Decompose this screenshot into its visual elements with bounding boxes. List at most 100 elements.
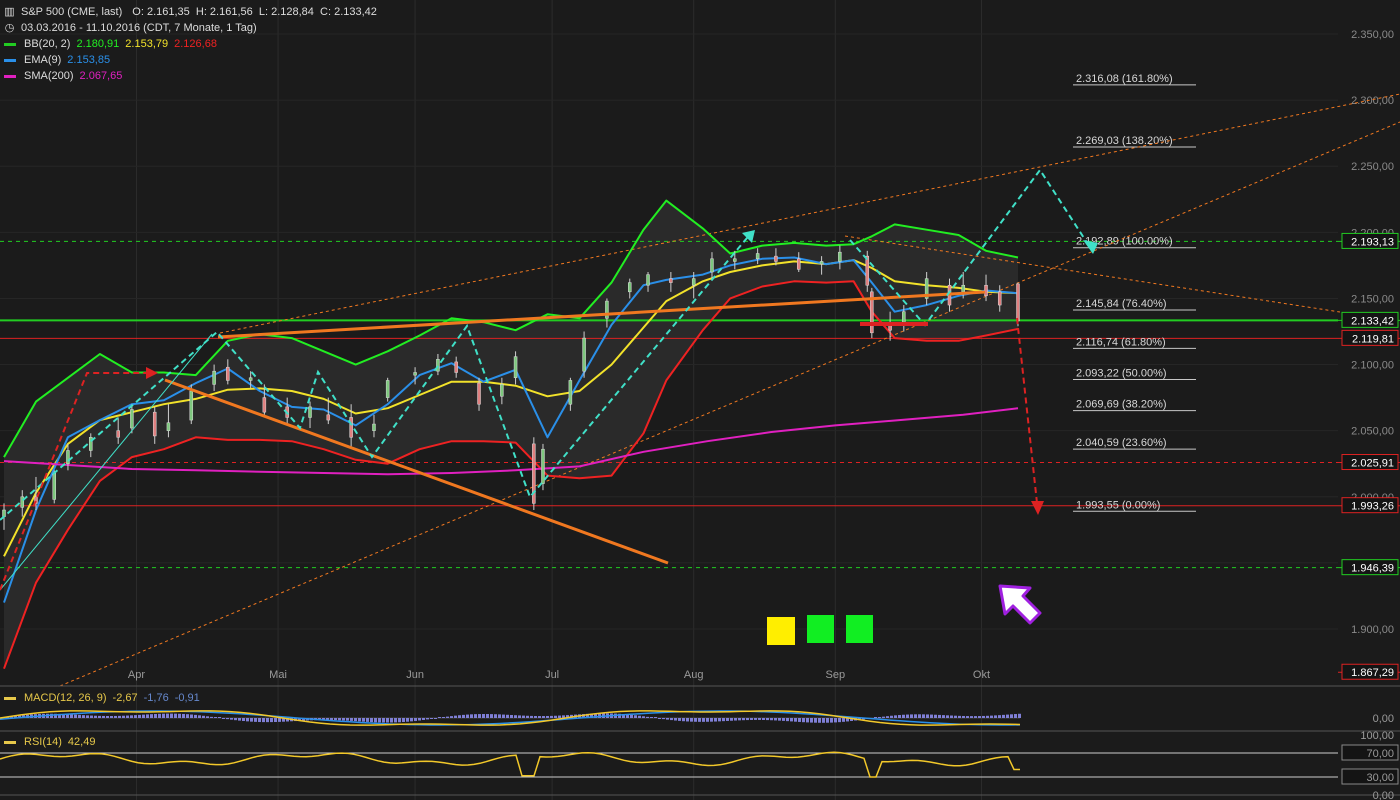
macd-histogram-bar — [430, 718, 433, 719]
macd-histogram-bar — [738, 718, 741, 721]
candle-body — [710, 258, 714, 273]
x-tick-label: Okt — [973, 669, 990, 681]
macd-histogram-bar — [250, 718, 253, 722]
macd-histogram-bar — [454, 715, 457, 718]
macd-histogram-bar — [202, 715, 205, 718]
macd-histogram-bar — [254, 718, 257, 722]
macd-histogram-bar — [110, 715, 113, 718]
price-tag-label: 2.025,91 — [1351, 458, 1394, 470]
rsi-line — [0, 751, 1020, 778]
candle-body — [646, 274, 650, 286]
macd-histogram-bar — [138, 714, 141, 718]
macd-histogram-bar — [154, 713, 157, 718]
macd-histogram-bar — [898, 715, 901, 718]
macd-histogram-bar — [790, 718, 793, 722]
macd-histogram-bar — [762, 718, 765, 720]
macd-histogram-bar — [474, 714, 477, 718]
clock-icon: ◷ — [4, 22, 15, 34]
macd-histogram-bar — [442, 717, 445, 718]
macd-histogram-bar — [190, 714, 193, 718]
macd-histogram-bar — [878, 717, 881, 718]
indicator-swatch — [4, 42, 16, 46]
macd-histogram-bar — [262, 718, 265, 723]
macd-histogram-bar — [446, 716, 449, 718]
macd-histogram-bar — [946, 715, 949, 718]
macd-tick-label: 0,00 — [1373, 713, 1394, 725]
macd-histogram-bar — [834, 718, 837, 723]
macd-histogram-bar — [506, 714, 509, 718]
candle-body — [52, 472, 56, 500]
price-tag-label: 2.193,13 — [1351, 236, 1394, 248]
indicator-swatch — [4, 58, 16, 62]
macd-histogram-bar — [130, 715, 133, 718]
macd-histogram-bar — [118, 715, 121, 718]
price-tag-label: 1.993,26 — [1351, 501, 1394, 513]
rsi-value: 42,49 — [67, 736, 96, 748]
macd-histogram-bar — [226, 718, 229, 720]
macd-histogram-bar — [470, 714, 473, 718]
macd-histogram-bar — [466, 714, 469, 718]
macd-histogram-bar — [206, 716, 209, 718]
macd-histogram-bar — [754, 718, 757, 720]
candle — [532, 437, 536, 510]
candle-body — [66, 450, 70, 464]
macd-histogram-bar — [934, 714, 937, 718]
macd-histogram-bar — [1018, 713, 1021, 718]
pointer-arrow-icon — [998, 584, 1042, 625]
candle-body — [628, 282, 632, 293]
macd-histogram-bar — [690, 718, 693, 722]
candle-body — [961, 284, 965, 293]
macd-histogram-bar — [218, 717, 221, 718]
macd-histogram-bar — [918, 714, 921, 718]
macd-histogram-bar — [222, 718, 225, 719]
macd-histogram-bar — [958, 715, 961, 718]
macd-histogram-bar — [462, 714, 465, 718]
candle-body — [372, 423, 376, 431]
macd-histogram-bar — [746, 718, 749, 721]
marker-square-yellow — [767, 617, 795, 645]
price-tag-label: 2.119,81 — [1352, 333, 1394, 345]
macd-histogram-bar — [882, 716, 885, 718]
fibonacci-level-label: 2.316,08 (161.80%) — [1076, 73, 1173, 85]
macd-histogram-bar — [410, 718, 413, 722]
macd-histogram-bar — [450, 716, 453, 718]
candle-body — [248, 377, 253, 381]
candle-body — [838, 251, 842, 262]
macd-histogram-bar — [1002, 714, 1005, 718]
candle-body — [797, 258, 801, 270]
macd-histogram-bar — [494, 714, 497, 718]
macd-histogram-bar — [810, 718, 813, 723]
indicator-value: 2.126,68 — [174, 38, 217, 50]
macd-histogram-bar — [82, 715, 85, 718]
period-text: 03.03.2016 - 11.10.2016 (CDT, 7 Monate, … — [21, 22, 257, 34]
candle-body — [262, 397, 267, 413]
price-chart[interactable]: AprMaiJunJulAugSepOkt1.900,001.950,002.0… — [0, 0, 1400, 800]
ohlc-values: O: 2.161,35 H: 2.161,56 L: 2.128,84 C: 2… — [132, 6, 377, 18]
macd-histogram-bar — [950, 715, 953, 718]
symbol-title: S&P 500 (CME, last) — [21, 6, 123, 18]
macd-histogram-bar — [174, 713, 177, 718]
fibonacci-level-label: 2.116,74 (61.80%) — [1076, 336, 1166, 348]
macd-histogram-bar — [758, 718, 761, 720]
macd-value-1: -2,67 — [112, 692, 138, 704]
macd-histogram-bar — [358, 718, 361, 722]
candle-body — [997, 291, 1002, 306]
macd-histogram-bar — [666, 718, 669, 720]
macd-histogram-bar — [730, 718, 733, 721]
indicator-row: EMA(9) 2.153,85 — [4, 52, 377, 68]
macd-label: MACD(12, 26, 9) — [24, 692, 107, 704]
macd-histogram-bar — [766, 718, 769, 721]
macd-histogram-bar — [734, 718, 737, 721]
candle-body — [819, 261, 824, 265]
macd-histogram-bar — [266, 718, 269, 723]
candle-body — [984, 284, 988, 297]
x-tick-label: Jul — [545, 669, 559, 681]
macd-histogram-bar — [486, 714, 489, 718]
indicator-value: 2.153,79 — [125, 38, 169, 50]
macd-histogram-bar — [150, 714, 153, 718]
rsi-tick-label: 30,00 — [1366, 772, 1394, 784]
macd-histogram-bar — [330, 718, 333, 721]
candle-body — [20, 496, 25, 508]
rsi-swatch — [4, 740, 16, 744]
y-tick-label: 2.050,00 — [1351, 426, 1394, 438]
